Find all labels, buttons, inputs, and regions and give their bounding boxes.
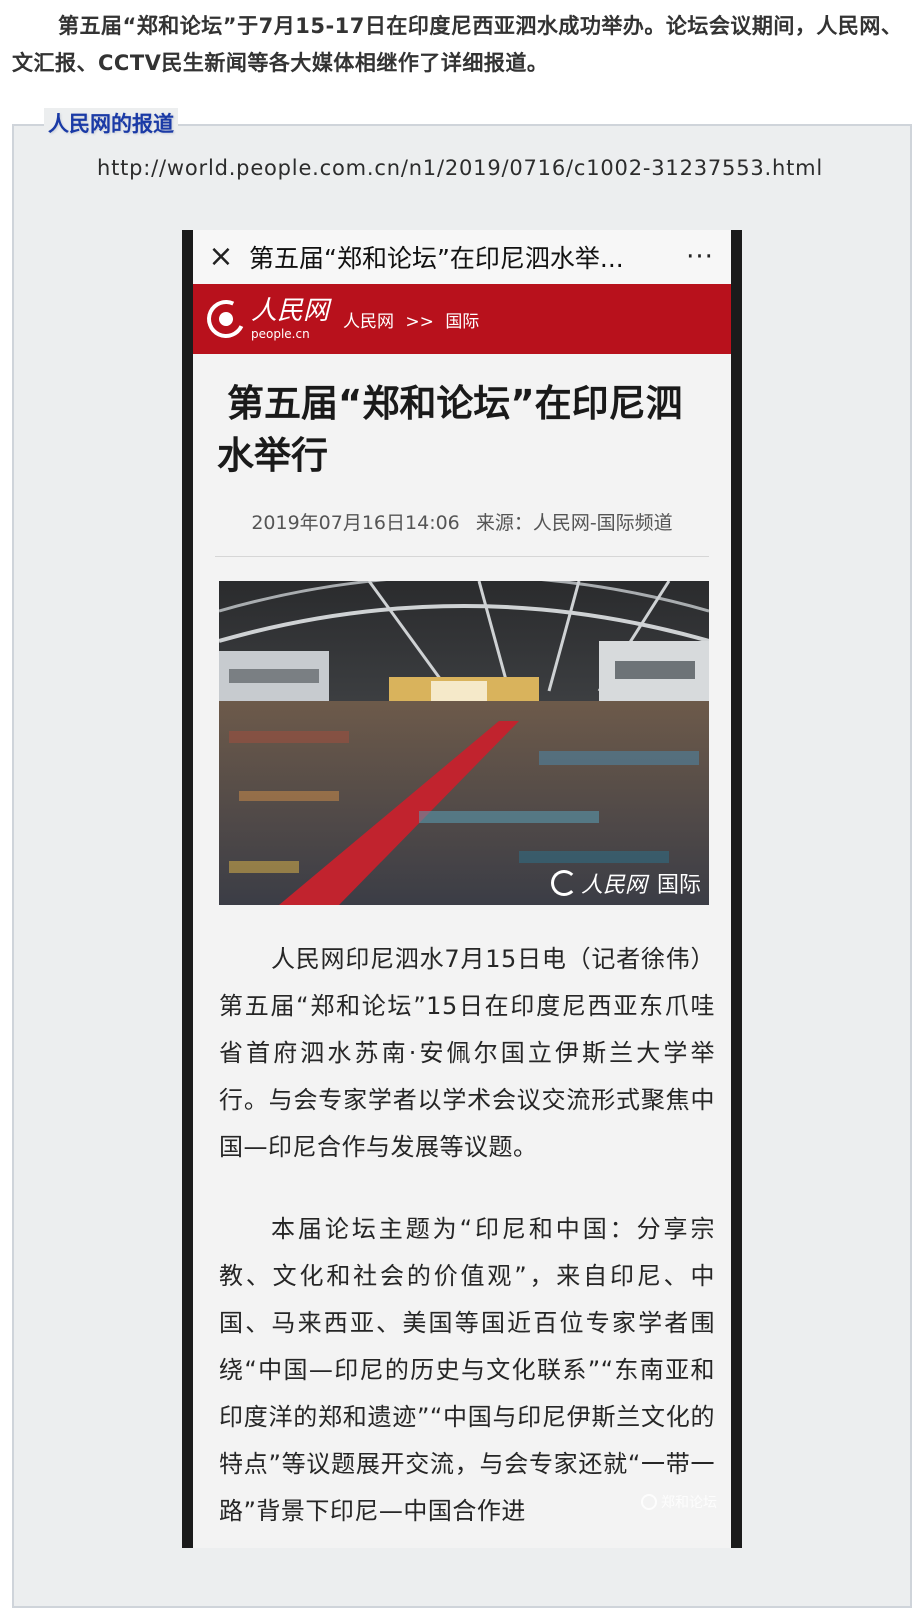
breadcrumb-separator: >> [405, 311, 434, 332]
phone-screen: × 第五届“郑和论坛”在印尼泗水举... ··· 人民网 people.cn 人… [193, 230, 731, 1548]
article-paragraph-1: 人民网印尼泗水7月15日电（记者徐伟）第五届“郑和论坛”15日在印度尼西亚东爪哇… [219, 945, 715, 1161]
logo-cn: 人民网 [251, 296, 330, 326]
article-headline: 第五届“郑和论坛”在印尼泗水举行 [217, 382, 683, 477]
article-date: 2019年07月16日14:06 [251, 512, 460, 534]
site-header: 人民网 people.cn 人民网 >> 国际 [193, 284, 731, 354]
report-url[interactable]: http://world.people.com.cn/n1/2019/0716/… [0, 156, 920, 180]
article-photo: 人民网 国际 [219, 581, 709, 905]
site-logo[interactable]: 人民网 people.cn [201, 294, 335, 344]
divider [215, 556, 709, 557]
logo-en: people.cn [251, 327, 310, 341]
watermark-tag: 国际 [656, 873, 701, 898]
photo-watermark: 人民网 国际 [550, 867, 701, 899]
phone-screenshot: × 第五届“郑和论坛”在印尼泗水举... ··· 人民网 people.cn 人… [182, 230, 742, 1548]
forum-hall-photo [219, 581, 709, 905]
logo-emblem-icon [201, 294, 251, 344]
article-paragraph-2: 本届论坛主题为“印尼和中国：分享宗教、文化和社会的价值观”，来自印尼、中国、马来… [219, 1215, 715, 1525]
article-meta: 2019年07月16日14:06 来源：人民网-国际频道 [193, 508, 731, 535]
watermark-cn: 人民网 [580, 873, 647, 898]
wechat-icon [641, 1494, 657, 1510]
section-label: 人民网的报道 [44, 108, 178, 138]
account-watermark-text: 郑和论坛 [661, 1495, 717, 1511]
browser-topbar: × 第五届“郑和论坛”在印尼泗水举... ··· [193, 230, 731, 284]
page-tab-title: 第五届“郑和论坛”在印尼泗水举... [249, 244, 624, 273]
breadcrumb: 人民网 >> 国际 [343, 307, 485, 332]
article-source: 来源：人民网-国际频道 [475, 512, 673, 534]
close-icon[interactable]: × [193, 230, 249, 284]
intro-paragraph: 第五届“郑和论坛”于7月15-17日在印度尼西亚泗水成功举办。论坛会议期间，人民… [12, 14, 903, 75]
account-watermark: 郑和论坛 [641, 1492, 717, 1512]
watermark-emblem-icon [550, 870, 577, 896]
more-icon[interactable]: ··· [669, 242, 731, 272]
breadcrumb-international[interactable]: 国际 [445, 312, 479, 332]
breadcrumb-home[interactable]: 人民网 [343, 312, 394, 332]
